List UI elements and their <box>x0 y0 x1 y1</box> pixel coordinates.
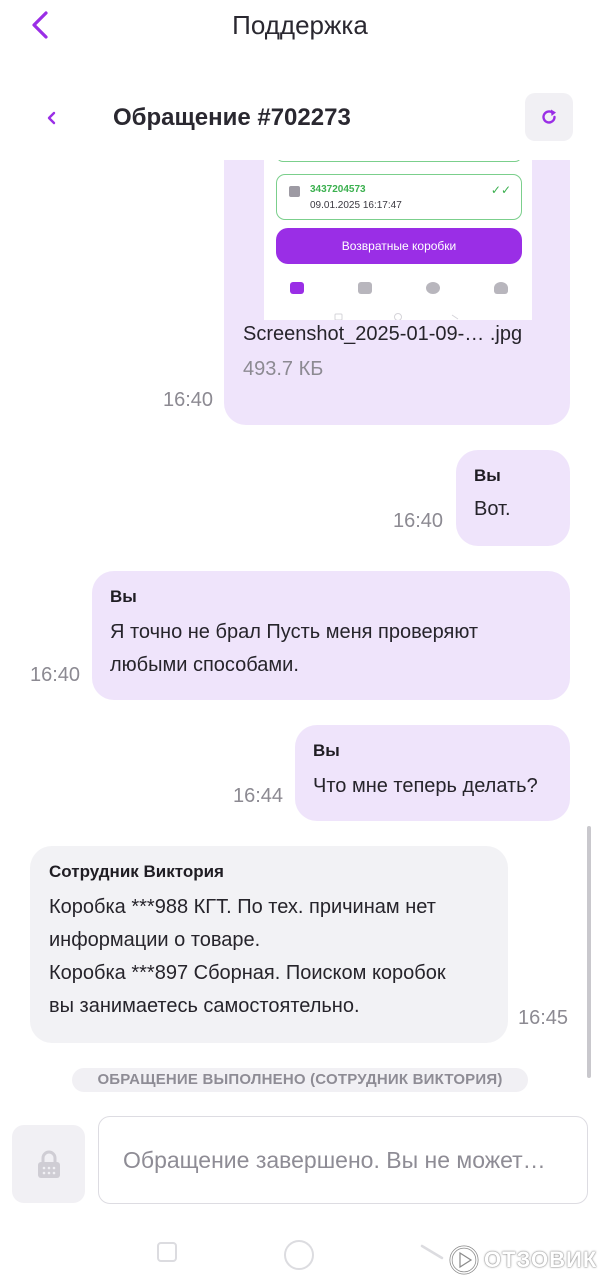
home-icon[interactable] <box>284 1240 314 1270</box>
ticket-title: Обращение #702273 <box>113 104 351 131</box>
preview-box-date: 09.01.2025 16:17:47 <box>310 200 402 211</box>
message-text: Коробка ***988 КГТ. По тех. причинам нет <box>49 896 436 918</box>
message-text: Коробка ***897 Сборная. Поиском коробок <box>49 962 446 984</box>
chat-messages[interactable]: 3437204573 09.01.2025 16:17:47 ✓✓ Возвра… <box>0 160 600 1104</box>
message-time: 16:40 <box>30 664 81 686</box>
message-text: Что мне теперь делать? <box>313 775 538 797</box>
profile-icon <box>494 282 508 294</box>
box-icon <box>289 186 300 197</box>
watermark-text: ОТЗОВИК <box>484 1247 598 1272</box>
briefcase-icon <box>290 282 304 294</box>
message-text: Я точно не брал Пусть меня проверяют <box>110 621 479 643</box>
lock-icon <box>37 1150 60 1178</box>
ticket-status-badge: ОБРАЩЕНИЕ ВЫПОЛНЕНО (СОТРУДНИК ВИКТОРИЯ) <box>72 1068 528 1092</box>
ticket-header: Обращение #702273 <box>0 88 600 148</box>
preview-card <box>276 160 522 162</box>
preview-system-nav <box>334 313 459 320</box>
message-text: информации о товаре. <box>49 929 261 951</box>
message-sender: Сотрудник Виктория <box>49 862 224 881</box>
file-size: 493.7 КБ <box>243 358 324 380</box>
file-name: Screenshot_2025-01-09-… .jpg <box>243 323 523 345</box>
message-text: Вот. <box>474 498 511 520</box>
image-message[interactable]: 3437204573 09.01.2025 16:17:47 ✓✓ Возвра… <box>224 160 570 425</box>
watermark: ОТЗОВИК <box>448 1242 597 1278</box>
preview-card: 3437204573 09.01.2025 16:17:47 ✓✓ <box>276 174 522 220</box>
message-input[interactable]: Обращение завершено. Вы не может… <box>98 1116 588 1204</box>
screenshot-preview[interactable]: 3437204573 09.01.2025 16:17:47 ✓✓ Возвра… <box>264 160 532 320</box>
message-sender: Вы <box>110 587 137 606</box>
lock-button <box>12 1125 85 1203</box>
recent-apps-icon[interactable] <box>157 1242 177 1262</box>
staff-message[interactable]: Сотрудник Виктория Коробка ***988 КГТ. П… <box>30 846 508 1043</box>
message-time: 16:40 <box>163 389 214 411</box>
preview-box-code: 3437204573 <box>310 184 366 195</box>
message-text: вы занимаетесь самостоятельно. <box>49 995 360 1017</box>
system-nav-bar: ОТЗОВИК <box>0 1230 600 1288</box>
preview-nav-bar <box>264 278 532 304</box>
message-sender: Вы <box>313 741 340 760</box>
message-time: 16:45 <box>518 1007 569 1029</box>
message-time: 16:40 <box>393 510 444 532</box>
refresh-button[interactable] <box>525 93 573 141</box>
message-text: любыми способами. <box>110 654 299 676</box>
double-check-icon: ✓✓ <box>490 183 511 197</box>
message-time: 16:44 <box>233 785 284 807</box>
own-message[interactable]: Вы Вот. <box>456 450 570 546</box>
refresh-icon <box>542 109 556 124</box>
chevron-left-icon[interactable] <box>44 108 58 128</box>
chat-icon <box>426 282 440 294</box>
wallet-icon <box>358 282 372 294</box>
own-message[interactable]: Вы Что мне теперь делать? <box>295 725 570 821</box>
otzovik-logo-icon <box>449 1245 479 1275</box>
preview-return-boxes-button: Возвратные коробки <box>276 228 522 264</box>
chat-scrollbar[interactable] <box>587 826 591 1078</box>
top-bar: Поддержка <box>0 0 600 60</box>
system-back-icon[interactable] <box>420 1244 444 1260</box>
own-message[interactable]: Вы Я точно не брал Пусть меня проверяют … <box>92 571 570 700</box>
page-title: Поддержка <box>232 10 368 40</box>
message-sender: Вы <box>474 466 501 485</box>
